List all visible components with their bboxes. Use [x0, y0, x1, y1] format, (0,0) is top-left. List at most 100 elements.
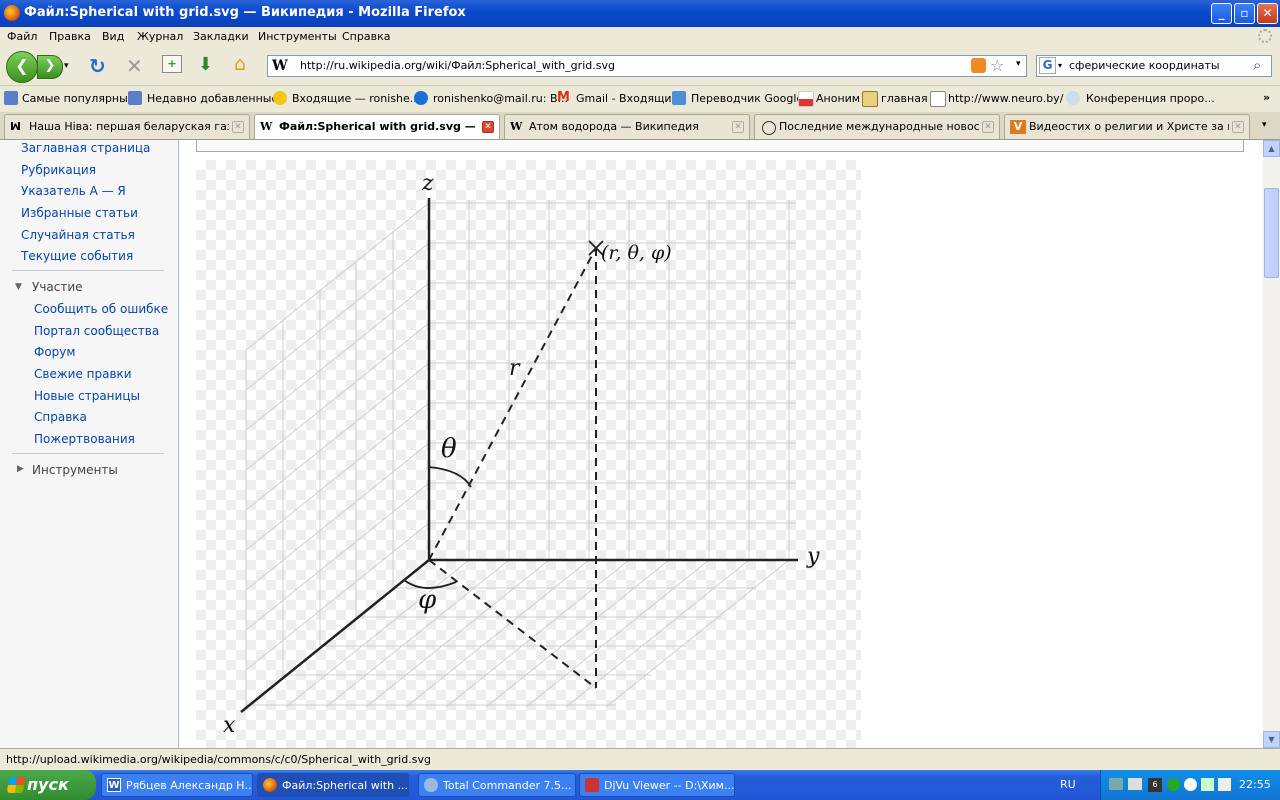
back-button[interactable]: ❮: [6, 51, 38, 83]
sidebar-section-tools[interactable]: Инструменты: [32, 463, 118, 477]
tray-status-icon[interactable]: [1167, 778, 1180, 791]
scroll-down-icon[interactable]: ▼: [1263, 731, 1280, 748]
url-text[interactable]: http://ru.wikipedia.org/wiki/Файл:Spheri…: [300, 59, 615, 72]
menu-help[interactable]: Справка: [342, 30, 390, 43]
windows-taskbar: пуск W Рябцев Александр Н... Файл:Spheri…: [0, 770, 1280, 800]
bookmark-item[interactable]: Аноним: [816, 92, 860, 105]
sidebar-link-main[interactable]: Заглавная страница: [21, 141, 150, 155]
tab-close-icon[interactable]: ✕: [732, 121, 744, 133]
menu-file[interactable]: Файл: [7, 30, 37, 43]
menu-edit[interactable]: Правка: [49, 30, 91, 43]
sidebar-link-index[interactable]: Указатель А — Я: [21, 184, 126, 198]
maximize-button[interactable]: ▫: [1234, 3, 1255, 24]
axis-label-y: y: [806, 544, 820, 569]
sidebar-link-current-events[interactable]: Текущие события: [21, 249, 133, 263]
tab-close-icon[interactable]: ✕: [982, 121, 994, 133]
expand-right-icon[interactable]: ▶: [17, 464, 24, 474]
total-commander-icon: [424, 778, 438, 792]
sidebar-link-categories[interactable]: Рубрикация: [21, 163, 96, 177]
tray-badge-icon[interactable]: 6: [1148, 778, 1162, 792]
sidebar-link-featured[interactable]: Избранные статьи: [21, 206, 138, 220]
tray-shield-icon[interactable]: [1184, 778, 1197, 791]
taskbar-item[interactable]: DjVu Viewer -- D:\Хим...: [579, 773, 735, 797]
smart-folder-icon: [128, 91, 142, 105]
chevron-more-icon[interactable]: »: [1263, 91, 1270, 104]
figure-image: z y x (r, θ, φ) r θ φ: [196, 160, 861, 748]
bookmark-item[interactable]: главная: [881, 92, 928, 105]
tab-list-dropdown-icon[interactable]: ▾: [1262, 120, 1267, 130]
stop-icon[interactable]: ✕: [126, 54, 143, 78]
bookmark-item[interactable]: Конференция проро...: [1086, 92, 1215, 105]
home-icon[interactable]: ⌂: [234, 53, 246, 75]
scroll-up-icon[interactable]: ▲: [1263, 140, 1280, 157]
tray-app-icon[interactable]: [1128, 778, 1142, 790]
firefox-icon: [263, 778, 277, 792]
nn-site-icon: ꟽ: [10, 120, 21, 133]
taskbar-item[interactable]: Total Commander 7.5...: [418, 773, 576, 797]
reload-icon[interactable]: ↻: [89, 54, 106, 78]
search-icon[interactable]: ⌕: [1253, 56, 1261, 74]
tab-active[interactable]: W Файл:Spherical with grid.svg — В... ✕: [254, 114, 500, 139]
download-icon[interactable]: ⬇: [198, 54, 218, 75]
taskbar-item-active[interactable]: Файл:Spherical with ...: [257, 773, 409, 797]
clock[interactable]: 22:55: [1239, 778, 1271, 791]
sidebar-link-report[interactable]: Сообщить об ошибке: [34, 302, 168, 316]
search-input[interactable]: сферические координаты: [1069, 59, 1220, 72]
network-icon[interactable]: [1109, 778, 1123, 790]
theta-label: θ: [441, 434, 457, 464]
wikipedia-site-icon: W: [510, 120, 523, 133]
bookmark-item[interactable]: Входящие — ronishe...: [292, 92, 420, 105]
close-button[interactable]: ✕: [1257, 3, 1278, 24]
bookmark-item[interactable]: Переводчик Google: [691, 92, 803, 105]
start-button[interactable]: пуск: [0, 770, 96, 800]
sidebar-link-portal[interactable]: Портал сообщества: [34, 324, 159, 338]
sidebar-link-donate[interactable]: Пожертвования: [34, 432, 135, 446]
sidebar-link-random[interactable]: Случайная статья: [21, 228, 135, 242]
tab[interactable]: V Видеостих о религии и Христе за не... …: [1004, 114, 1250, 139]
sidebar-section-participate[interactable]: Участие: [32, 280, 83, 294]
wiki-sidebar: Заглавная страница Рубрикация Указатель …: [0, 140, 179, 748]
sidebar-link-new-pages[interactable]: Новые страницы: [34, 389, 140, 403]
url-bar[interactable]: W http://ru.wikipedia.org/wiki/Файл:Sphe…: [267, 55, 1027, 77]
engine-dropdown-icon[interactable]: ▾: [1058, 61, 1062, 70]
menu-view[interactable]: Вид: [102, 30, 124, 43]
sidebar-link-help[interactable]: Справка: [34, 410, 87, 424]
volume-icon[interactable]: [1218, 778, 1231, 791]
menu-bookmarks[interactable]: Закладки: [193, 30, 249, 43]
sidebar-link-recent-changes[interactable]: Свежие правки: [34, 367, 132, 381]
url-dropdown-icon[interactable]: ▾: [1016, 59, 1021, 69]
menu-history[interactable]: Журнал: [137, 30, 183, 43]
menu-tools[interactable]: Инструменты: [258, 30, 337, 43]
mailru-icon: [414, 91, 428, 105]
bookmark-star-icon[interactable]: ☆: [990, 56, 1004, 75]
bookmark-item[interactable]: http://www.neuro.by/: [948, 92, 1063, 105]
page-scrollbar[interactable]: ▲ ▼: [1263, 140, 1280, 748]
tab-close-icon[interactable]: ✕: [482, 121, 494, 133]
windows-logo-icon: [6, 777, 26, 793]
firefox-icon: [4, 5, 20, 21]
scroll-thumb[interactable]: [1264, 188, 1279, 278]
tab[interactable]: ꟽ Наша Ніва: першая беларуская газета ✕: [4, 114, 250, 139]
bookmark-item[interactable]: Gmail - Входящие: [576, 92, 678, 105]
tab[interactable]: Последние международные новости ... ✕: [754, 114, 1000, 139]
bookmark-item[interactable]: ronishenko@mail.ru: В...: [433, 92, 568, 105]
tab[interactable]: W Атом водорода — Википедия ✕: [504, 114, 750, 139]
tab-label: Файл:Spherical with grid.svg — В...: [279, 120, 479, 133]
bookmark-item[interactable]: Самые популярные: [22, 92, 135, 105]
bookmark-item[interactable]: Недавно добавленные: [147, 92, 278, 105]
search-bar[interactable]: G ▾ сферические координаты ⌕: [1036, 55, 1272, 77]
forward-button[interactable]: ❯: [37, 55, 63, 79]
tab-close-icon[interactable]: ✕: [232, 121, 244, 133]
tab-close-icon[interactable]: ✕: [1232, 121, 1244, 133]
history-dropdown-icon[interactable]: ▾: [64, 61, 69, 71]
rss-icon[interactable]: [971, 58, 986, 73]
sidebar-link-forum[interactable]: Форум: [34, 345, 75, 359]
expand-down-icon[interactable]: ▼: [15, 282, 22, 292]
new-tab-icon[interactable]: +: [162, 55, 182, 73]
taskbar-item[interactable]: W Рябцев Александр Н...: [101, 773, 253, 797]
language-indicator[interactable]: RU: [1060, 778, 1076, 791]
google-engine-icon[interactable]: G: [1039, 57, 1056, 74]
tray-pen-icon[interactable]: [1201, 778, 1214, 791]
sidebar-divider: [12, 270, 164, 271]
minimize-button[interactable]: _: [1211, 3, 1232, 24]
